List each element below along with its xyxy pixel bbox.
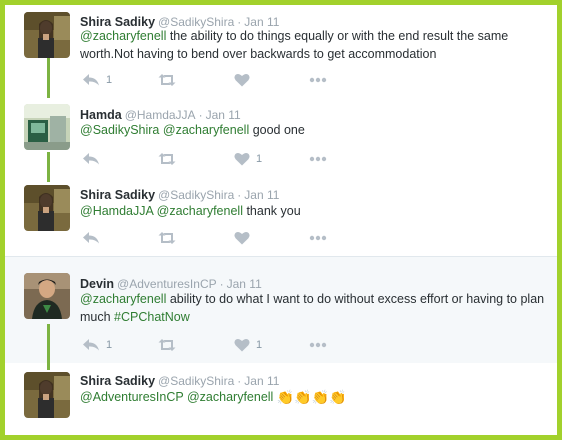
like-button[interactable]: 1 <box>234 151 262 167</box>
username[interactable]: @SadikyShira <box>158 188 234 202</box>
reply-icon <box>83 339 99 351</box>
retweet-button[interactable] <box>158 72 176 88</box>
more-icon <box>309 235 327 241</box>
more-button[interactable] <box>309 151 327 167</box>
retweet-button[interactable] <box>158 337 176 353</box>
thread-line <box>47 324 50 370</box>
tweet-header: Shira Sadiky @SadikyShira · Jan 11 <box>80 374 279 388</box>
more-button[interactable] <box>309 72 327 88</box>
more-icon <box>309 156 327 162</box>
display-name[interactable]: Devin <box>80 277 114 291</box>
thread-line <box>47 152 50 182</box>
heart-icon <box>234 73 250 87</box>
more-button[interactable] <box>309 337 327 353</box>
more-icon <box>309 342 327 348</box>
mention-link[interactable]: @zacharyfenell <box>163 123 249 137</box>
tweet-text: @HamdaJJA @zacharyfenell thank you <box>80 203 545 221</box>
reply-icon <box>83 153 99 165</box>
reply-button[interactable] <box>82 230 106 246</box>
retweet-button[interactable] <box>158 230 176 246</box>
tweet-actions <box>80 230 340 246</box>
tweet-header: Hamda @HamdaJJA · Jan 11 <box>80 108 241 122</box>
mention-link[interactable]: @SadikyShira <box>80 123 159 137</box>
avatar[interactable] <box>24 104 70 150</box>
more-button[interactable] <box>309 230 327 246</box>
date-separator: · <box>237 374 242 388</box>
like-count: 1 <box>256 339 263 351</box>
reply-count: 1 <box>106 74 113 86</box>
tweet-header: Shira Sadiky @SadikyShira · Jan 11 <box>80 15 279 29</box>
tweet-text: @AdventuresInCP @zacharyfenell 👏👏👏👏 <box>80 389 545 407</box>
tweet-date[interactable]: Jan 11 <box>244 188 279 202</box>
retweet-icon <box>158 74 176 86</box>
display-name[interactable]: Hamda <box>80 108 122 122</box>
mention-link[interactable]: @zacharyfenell <box>157 204 243 218</box>
like-button[interactable]: 1 <box>234 337 262 353</box>
retweet-icon <box>158 232 176 244</box>
tweet-actions: 1 <box>80 72 340 88</box>
date-separator: · <box>237 15 242 29</box>
tweet-text: @zacharyfenell the ability to do things … <box>80 28 545 63</box>
like-count: 1 <box>256 153 263 165</box>
heart-icon <box>234 152 250 166</box>
reply-icon <box>83 74 99 86</box>
reply-button[interactable]: 1 <box>82 337 112 353</box>
tweet-date[interactable]: Jan 11 <box>206 108 241 122</box>
tweet-date[interactable]: Jan 11 <box>244 15 279 29</box>
reply-button[interactable] <box>82 151 106 167</box>
like-button[interactable] <box>234 72 256 88</box>
avatar[interactable] <box>24 372 70 418</box>
mention-link[interactable]: @AdventuresInCP <box>80 390 184 404</box>
display-name[interactable]: Shira Sadiky <box>80 188 155 202</box>
tweet-header: Shira Sadiky @SadikyShira · Jan 11 <box>80 188 279 202</box>
tweet-text-segment: thank you <box>242 204 301 218</box>
tweet-date[interactable]: Jan 11 <box>244 374 279 388</box>
reply-button[interactable]: 1 <box>82 72 112 88</box>
display-name[interactable]: Shira Sadiky <box>80 15 155 29</box>
like-button[interactable] <box>234 230 256 246</box>
more-icon <box>309 77 327 83</box>
hashtag-link[interactable]: #CPChatNow <box>114 310 190 324</box>
mention-link[interactable]: @zacharyfenell <box>80 292 166 306</box>
tweet-thread-frame: Shira Sadiky @SadikyShira · Jan 11 @zachary… <box>0 0 562 440</box>
mention-link[interactable]: @zacharyfenell <box>187 390 273 404</box>
retweet-icon <box>158 153 176 165</box>
mention-link[interactable]: @zacharyfenell <box>80 29 166 43</box>
heart-icon <box>234 231 250 245</box>
username[interactable]: @SadikyShira <box>158 374 234 388</box>
date-separator: · <box>219 277 224 291</box>
avatar[interactable] <box>24 185 70 231</box>
heart-icon <box>234 338 250 352</box>
thread-line <box>47 58 50 98</box>
retweet-icon <box>158 339 176 351</box>
reply-count: 1 <box>106 339 113 351</box>
tweet-date[interactable]: Jan 11 <box>227 277 262 291</box>
username[interactable]: @HamdaJJA <box>125 108 196 122</box>
tweet-actions: 1 1 <box>80 337 340 353</box>
avatar[interactable] <box>24 273 70 319</box>
reply-icon <box>83 232 99 244</box>
retweet-button[interactable] <box>158 151 176 167</box>
username[interactable]: @SadikyShira <box>158 15 234 29</box>
username[interactable]: @AdventuresInCP <box>117 277 217 291</box>
display-name[interactable]: Shira Sadiky <box>80 374 155 388</box>
conversation-divider <box>5 256 557 257</box>
date-separator: · <box>237 188 242 202</box>
tweet-text-segment: good one <box>249 123 305 137</box>
tweet-header: Devin @AdventuresInCP · Jan 11 <box>80 277 262 291</box>
date-separator: · <box>198 108 203 122</box>
tweet-actions: 1 <box>80 151 340 167</box>
mention-link[interactable]: @HamdaJJA <box>80 204 153 218</box>
tweet-text: @zacharyfenell ability to do what I want… <box>80 291 545 326</box>
avatar[interactable] <box>24 12 70 58</box>
clapping-hands-emoji: 👏👏👏👏 <box>276 389 347 405</box>
tweet-text: @SadikyShira @zacharyfenell good one <box>80 122 545 140</box>
